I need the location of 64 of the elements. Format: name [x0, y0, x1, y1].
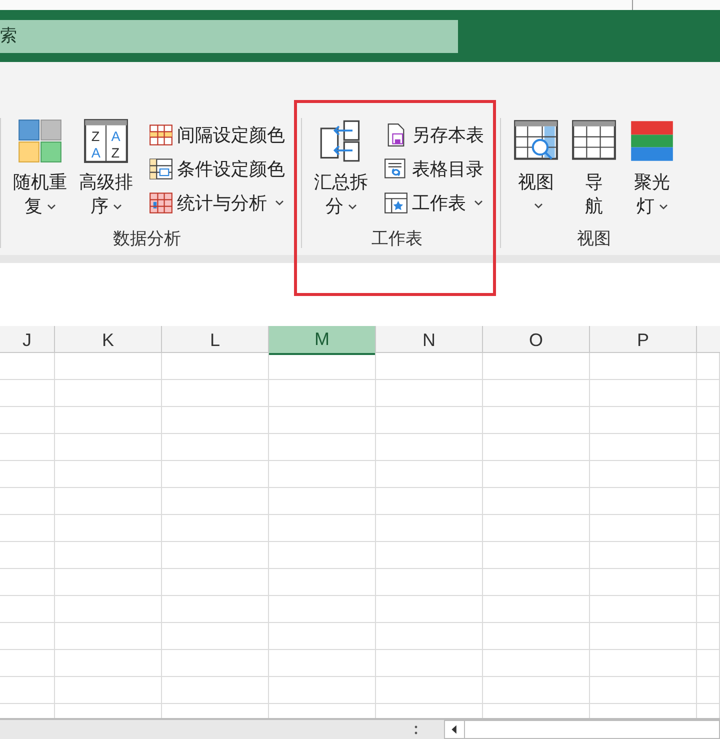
- table-cell: [0, 461, 55, 488]
- table-cell: [697, 677, 720, 704]
- table-cell: [697, 434, 720, 461]
- table-cell: [0, 569, 55, 596]
- ribbon-button[interactable]: 工作表: [384, 188, 484, 218]
- table-cell: [697, 596, 720, 623]
- chevron-down-icon: [474, 200, 483, 206]
- table-cell: [0, 623, 55, 650]
- ribbon-button[interactable]: 聚光 灯: [625, 118, 679, 218]
- ribbon-button[interactable]: 条件设定颜色: [149, 154, 285, 184]
- ribbon-button[interactable]: 表格目录: [384, 154, 484, 184]
- table-cell: [697, 407, 720, 434]
- table-cell: [697, 515, 720, 542]
- table-cell: [0, 488, 55, 515]
- table-cell: [0, 353, 55, 380]
- table-cell: [697, 569, 720, 596]
- column-header[interactable]: J: [0, 326, 55, 355]
- table-cell: [697, 488, 720, 515]
- ribbon-button[interactable]: 另存本表: [384, 120, 484, 150]
- striped-table-icon: [149, 123, 173, 147]
- ribbon-button[interactable]: 随机重 复: [9, 118, 71, 218]
- group-label: 工作表: [370, 228, 424, 250]
- table-cell: [697, 353, 720, 380]
- color-stripes-icon: [629, 118, 675, 164]
- chevron-down-icon: [275, 200, 284, 206]
- table-cell: [697, 380, 720, 407]
- horizontal-scrollbar[interactable]: [444, 720, 720, 739]
- table-cell: [697, 650, 720, 677]
- column-header[interactable]: K: [55, 326, 162, 355]
- group-label: 视图: [576, 228, 612, 250]
- splitter-dots-icon: [414, 724, 418, 736]
- table-cell: [0, 542, 55, 569]
- chevron-down-icon: [658, 204, 668, 210]
- table-cell: [0, 650, 55, 677]
- column-header[interactable]: M: [269, 326, 376, 355]
- table-cell: [0, 380, 55, 407]
- table-cell: [697, 623, 720, 650]
- colored-tiles-icon: [17, 118, 63, 164]
- table-cell: [0, 515, 55, 542]
- ribbon-button[interactable]: 间隔设定颜色: [149, 120, 285, 150]
- ribbon-button[interactable]: Z A A Z 高级排 序: [75, 118, 137, 218]
- document-link-icon: [384, 157, 408, 181]
- column-header[interactable]: O: [483, 326, 590, 355]
- table-cell: [0, 596, 55, 623]
- sort-icon: Z A A Z: [83, 118, 129, 164]
- ribbon-button[interactable]: 视图: [509, 118, 563, 218]
- table-cell: [0, 677, 55, 704]
- table-cell: [697, 542, 720, 569]
- column-header[interactable]: N: [376, 326, 483, 355]
- ribbon-button[interactable]: 统计与分析: [149, 188, 285, 218]
- chevron-down-icon: [348, 204, 356, 210]
- stats-table-icon: [149, 191, 173, 215]
- group-label: 数据分析: [112, 228, 182, 250]
- column-header[interactable]: P: [590, 326, 697, 355]
- ribbon-button[interactable]: 导 航: [567, 118, 621, 218]
- table-cell: [697, 461, 720, 488]
- chevron-down-icon: [112, 204, 122, 210]
- search-field[interactable]: 索: [0, 20, 458, 52]
- chevron-down-icon: [46, 204, 56, 210]
- table-cell: [0, 434, 55, 461]
- table-cell: [0, 407, 55, 434]
- chevron-down-icon: [534, 203, 542, 209]
- table-icon: [149, 157, 173, 181]
- ribbon-button[interactable]: 汇总拆 分: [310, 118, 372, 218]
